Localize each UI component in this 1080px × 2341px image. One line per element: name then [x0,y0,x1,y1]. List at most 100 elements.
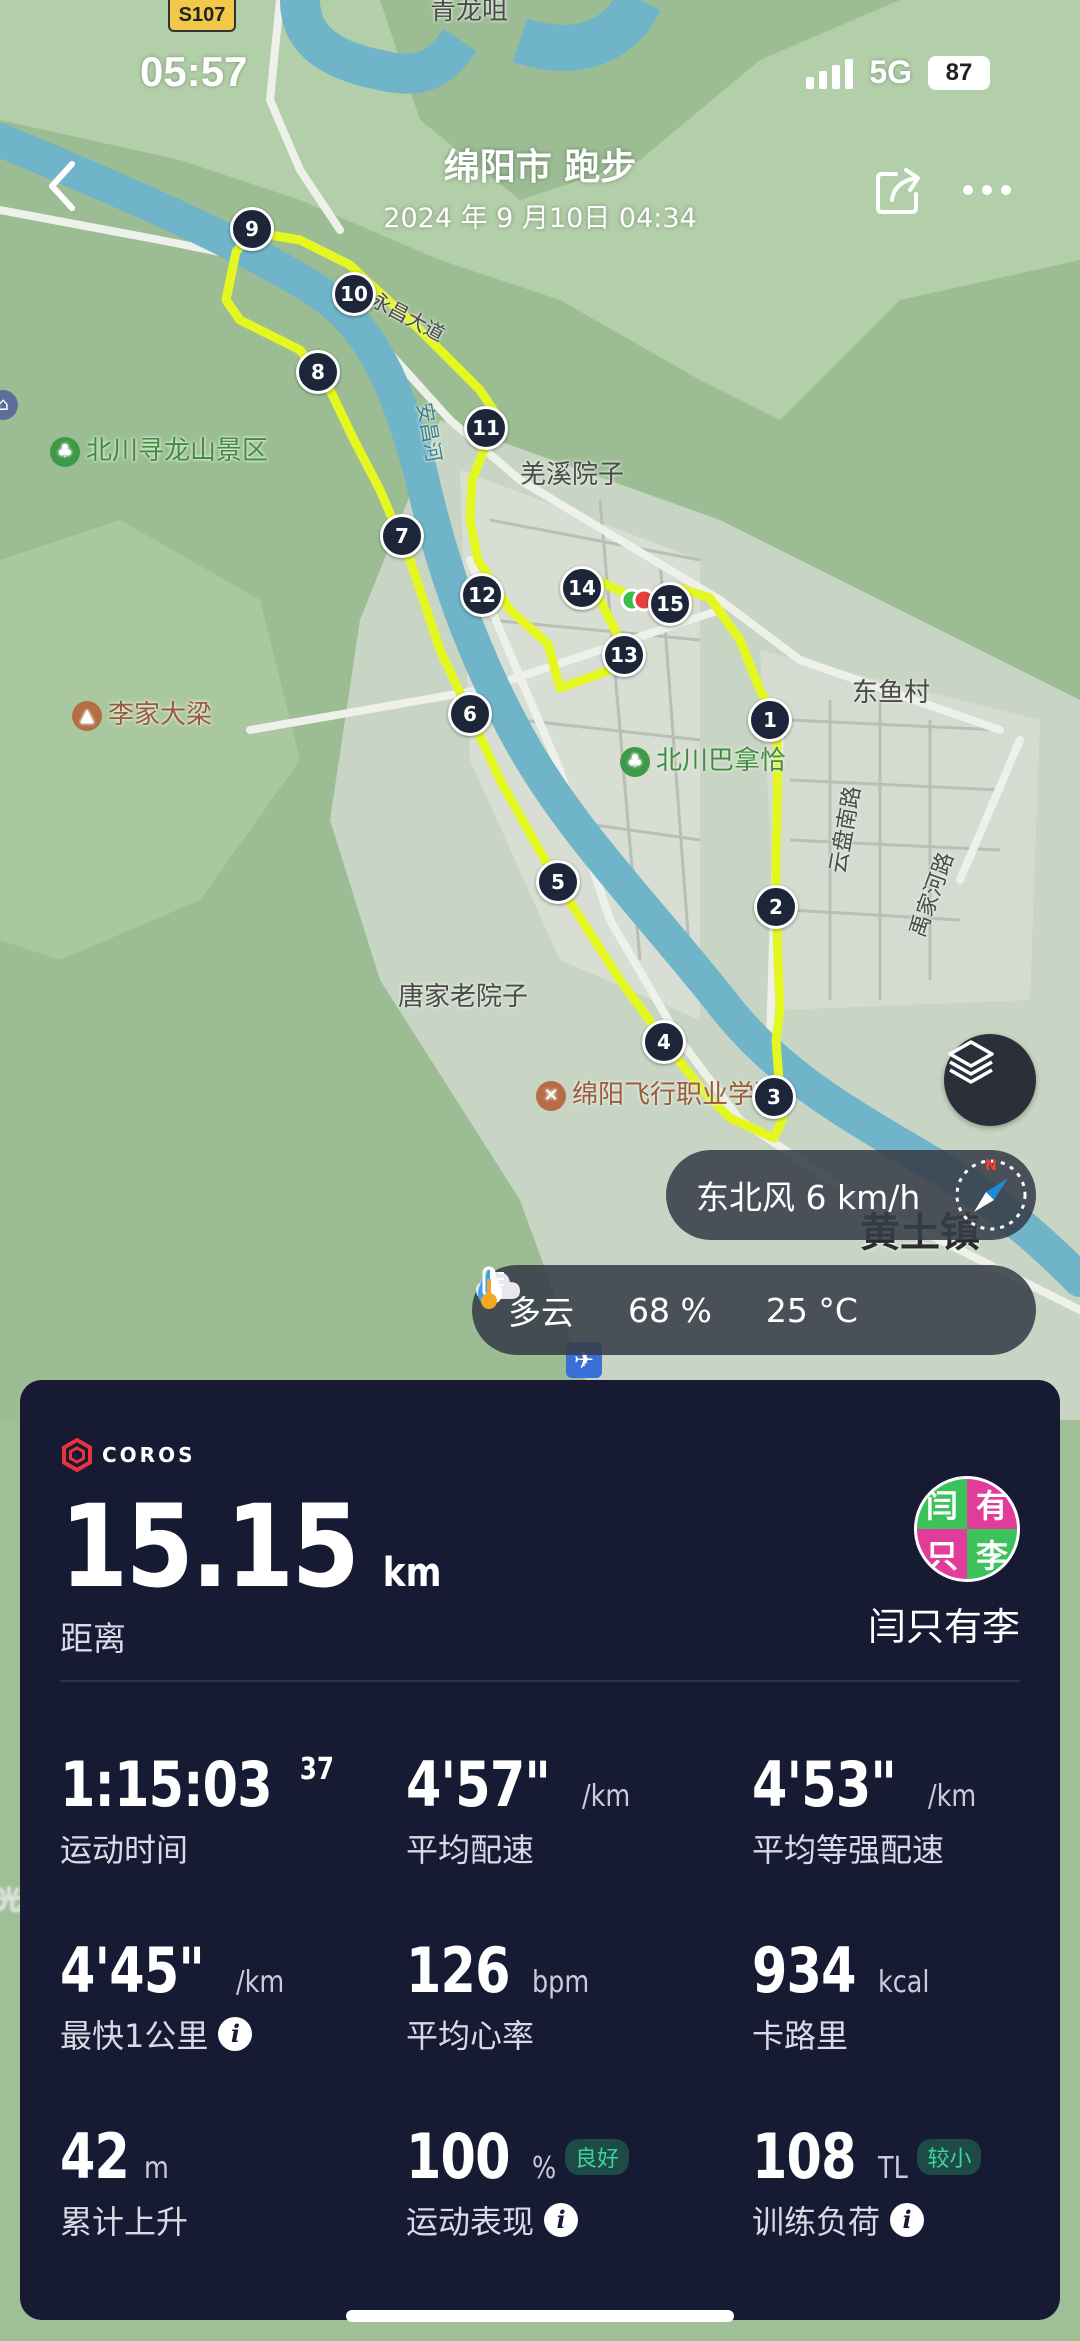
home-indicator[interactable] [346,2310,734,2322]
km-marker-7[interactable]: 7 [380,514,424,558]
map-label-lijia-text: 李家大梁 [108,700,213,730]
map-layers-button[interactable] [944,1034,1036,1126]
stat-fastest-km-value: 4'45" [60,1934,205,2007]
map-label-qiangxi: 羌溪院子 [520,460,625,490]
compass-icon: N [950,1154,1032,1236]
stat-performance-label: 运动表现 [406,2203,535,2241]
stat-grade-pace-value: 4'53" [752,1748,897,1821]
weather-humidity: 68 % [628,1290,712,1330]
stat-avg-pace-value: 4'57" [406,1748,551,1821]
map-label-scenic-text: 北川寻龙山景区 [86,436,269,466]
share-icon [876,168,920,214]
map-label-tangjia: 唐家老院子 [398,982,529,1012]
signal-icon [806,57,854,89]
more-icon [963,185,1011,195]
map-label-bachuan[interactable]: ♣ 北川巴拿恰 [620,740,786,777]
stat-fastest-km-label: 最快1公里 [60,2017,209,2055]
distance-unit: km [382,1550,442,1596]
stat-avg-pace: 4'57" /km 平均配速 [406,1748,726,1871]
km-marker-8[interactable]: 8 [296,350,340,394]
map-label-scenic[interactable]: ♣ 北川寻龙山景区 [50,430,268,467]
brand-name: COROS [102,1443,196,1467]
status-time: 05:57 [140,48,248,95]
km-marker-5[interactable]: 5 [536,860,580,904]
km-marker-14[interactable]: 14 [560,566,604,610]
card-divider [60,1680,1020,1682]
stat-training-load-label: 训练负荷 [752,2203,881,2241]
km-marker-12[interactable]: 12 [460,573,504,617]
avatar-char-3: 只 [926,1537,958,1575]
stat-training-load-value: 108 [752,2120,856,2193]
stat-grade-pace: 4'53" /km 平均等强配速 [752,1748,1072,1871]
weather-info: 多云 68 % 25 °C [472,1265,1036,1355]
distance-value: 15.15 [60,1480,360,1613]
map-label-bachuan-text: 北川巴拿恰 [656,746,787,776]
stat-grade-pace-unit: /km [927,1779,976,1814]
km-marker-13[interactable]: 13 [602,633,646,677]
battery-icon: 87 [928,55,990,90]
stat-calories: 934 kcal 卡路里 [752,1934,1072,2057]
map-label-guang: 光 [0,1886,23,1916]
stat-elevation-gain: 42 m 累计上升 [60,2120,380,2243]
avatar[interactable]: 闫 有 只 李 [914,1476,1020,1582]
scenic-icon: ♣ [50,436,80,467]
wind-text: 东北风 6 km/h [696,1178,921,1217]
status-bar: 05:57 5G 87 [0,0,1080,140]
km-marker-1[interactable]: 1 [748,698,792,742]
km-marker-4[interactable]: 4 [642,1020,686,1064]
username: 闫只有李 [867,1605,1020,1649]
stat-avg-hr-label: 平均心率 [406,2017,535,2055]
park-icon: ♣ [620,746,650,777]
map-label-college-text: 绵阳飞行职业学院 [572,1080,781,1110]
km-marker-10[interactable]: 10 [332,272,376,316]
more-options-button[interactable] [960,168,1014,212]
stat-avg-pace-unit: /km [581,1779,630,1814]
map-label-lijia[interactable]: ▲ 李家大梁 [72,694,212,731]
stat-avg-pace-label: 平均配速 [406,1831,535,1869]
stat-fastest-km-unit: /km [235,1965,284,2000]
km-marker-2[interactable]: 2 [754,885,798,929]
info-icon[interactable]: i [218,2017,253,2051]
km-marker-15[interactable]: 15 [648,582,692,626]
stat-calories-value: 934 [752,1934,856,2007]
stat-fastest-km: 4'45" /km 最快1公里 i [60,1934,380,2057]
share-button[interactable] [872,166,924,218]
training-load-badge: 较小 [917,2138,982,2175]
stat-avg-hr-value: 126 [406,1934,510,2007]
distance-label: 距离 [60,1619,126,1658]
stat-duration: 1:15:03 37 运动时间 [60,1748,380,1871]
stat-avg-hr: 126 bpm 平均心率 [406,1934,726,2057]
stat-calories-unit: kcal [878,1965,930,2000]
coros-logo-icon [62,1438,92,1472]
stat-elevation-gain-value: 42 [60,2120,130,2193]
stat-performance-value: 100 [406,2120,510,2193]
stat-elevation-gain-label: 累计上升 [60,2203,189,2241]
distance-display: 15.15 km [60,1480,446,1613]
avatar-char-2: 有 [976,1487,1008,1525]
layers-icon [948,1040,994,1084]
weather-temperature: 25 °C [765,1290,858,1330]
compass-north-label: N [985,1158,997,1174]
km-marker-3[interactable]: 3 [752,1075,796,1119]
km-marker-6[interactable]: 6 [448,692,492,736]
status-indicators: 5G 87 [806,54,990,91]
stat-elevation-gain-unit: m [144,2151,170,2186]
map-label-dongyu: 东鱼村 [852,678,931,708]
network-type: 5G [869,54,912,90]
stat-calories-label: 卡路里 [752,2017,849,2055]
performance-badge: 良好 [564,2138,629,2175]
thermometer-icon [481,1266,504,1309]
avatar-char-4: 李 [976,1537,1008,1575]
coros-brand: COROS [60,1438,196,1472]
stat-performance: 100 % 良好 运动表现 i [406,2120,726,2243]
activity-summary-card: COROS 15.15 km 距离 闫 有 只 李 闫只有李 1:15:03 3… [20,1380,1060,2320]
stat-avg-hr-unit: bpm [532,1965,590,2000]
stat-training-load: 108 TL 较小 训练负荷 i [752,2120,1072,2243]
wind-info: 东北风 6 km/h N [666,1150,1036,1240]
info-icon[interactable]: i [890,2203,925,2237]
map-label-college[interactable]: ✕ 绵阳飞行职业学院 [536,1074,780,1111]
stat-duration-label: 运动时间 [60,1831,189,1869]
info-icon[interactable]: i [544,2203,579,2237]
km-marker-11[interactable]: 11 [464,406,508,450]
mountain-icon: ▲ [72,700,102,731]
